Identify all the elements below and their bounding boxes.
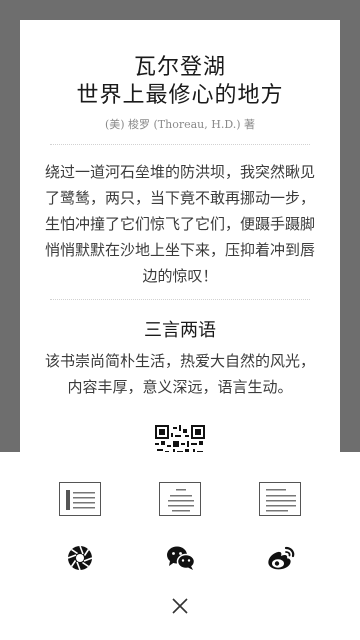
layout-left-aligned-icon <box>66 490 95 510</box>
wechat-icon <box>167 546 196 570</box>
close-button[interactable] <box>168 594 192 618</box>
layout-option-text[interactable] <box>259 482 301 516</box>
share-wechat-button[interactable] <box>166 544 196 572</box>
divider <box>50 299 310 300</box>
layout-option-centered[interactable] <box>159 482 201 516</box>
weibo-icon <box>268 546 295 570</box>
aperture-icon <box>67 545 93 571</box>
layout-option-left[interactable] <box>59 482 101 516</box>
share-card: 瓦尔登湖 世界上最修心的地方 (美) 梭罗 (Thoreau, H.D.) 著 … <box>20 20 340 460</box>
share-sheet <box>0 452 360 640</box>
book-author: (美) 梭罗 (Thoreau, H.D.) 著 <box>104 118 256 131</box>
layout-text-icon <box>266 489 296 512</box>
section-title: 三言两语 <box>144 320 216 341</box>
share-moments-button[interactable] <box>66 544 94 572</box>
share-weibo-button[interactable] <box>266 544 296 572</box>
divider <box>50 144 310 145</box>
close-icon <box>172 598 188 614</box>
book-subtitle: 世界上最修心的地方 <box>76 83 284 108</box>
book-description: 该书崇尚简朴生活，热爱大自然的风光，内容丰厚，意义深远，语言生动。 <box>44 352 315 396</box>
quote-text: 绕过一道河石垒堆的防洪坝，我突然瞅见了鹭鸶，两只，当下竟不敢再挪动一步，生怕冲撞… <box>44 163 315 285</box>
book-title: 瓦尔登湖 <box>133 55 226 80</box>
layout-centered-icon <box>168 489 194 512</box>
